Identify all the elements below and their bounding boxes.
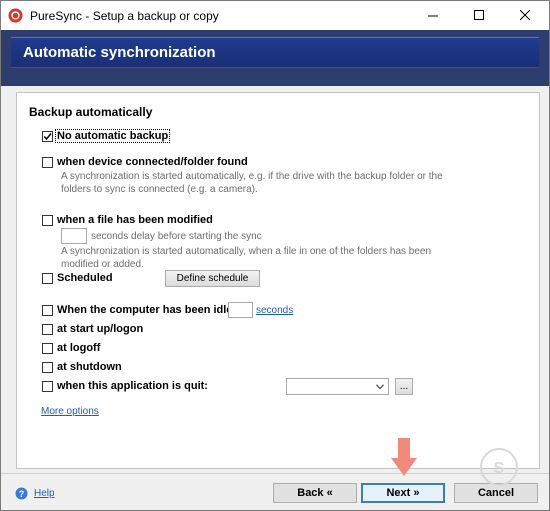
maximize-button[interactable] (457, 1, 503, 30)
idle-checkbox[interactable] (42, 305, 53, 316)
page-title: Automatic synchronization (23, 44, 216, 61)
scheduled-checkbox[interactable] (42, 273, 53, 284)
define-schedule-button[interactable]: Define schedule (165, 270, 260, 287)
section-heading: Backup automatically (29, 105, 153, 119)
window-title: PureSync - Setup a backup or copy (30, 9, 219, 23)
svg-text:S: S (494, 460, 505, 477)
browse-application-button[interactable]: ... (395, 378, 413, 395)
shutdown-checkbox[interactable] (42, 362, 53, 373)
dialog-window: PureSync - Setup a backup or copy Automa… (0, 0, 550, 511)
app-quit-dropdown[interactable] (286, 378, 389, 395)
arrow-down-icon (391, 438, 417, 481)
startup-logon-label[interactable]: at start up/logon (57, 323, 143, 335)
options-panel: Backup automatically No automatic backup… (16, 92, 540, 469)
app-quit-checkbox[interactable] (42, 381, 53, 392)
app-quit-label[interactable]: when this application is quit: (57, 380, 208, 392)
idle-seconds-link[interactable]: seconds (256, 305, 293, 316)
sync-delay-input[interactable] (61, 228, 87, 244)
file-modified-checkbox[interactable] (42, 215, 53, 226)
logoff-checkbox[interactable] (42, 343, 53, 354)
sync-delay-suffix: seconds delay before starting the sync (91, 231, 262, 242)
header-panel: Automatic synchronization (11, 37, 539, 68)
file-modified-label[interactable]: when a file has been modified (57, 214, 213, 226)
file-modified-description-line1: A synchronization is started automatical… (61, 246, 432, 257)
no-automatic-backup-label[interactable]: No automatic backup (54, 129, 171, 143)
next-button[interactable]: Next » (361, 483, 445, 503)
help-link[interactable]: Help (34, 488, 55, 499)
shutdown-label[interactable]: at shutdown (57, 361, 122, 373)
title-bar[interactable]: PureSync - Setup a backup or copy (1, 1, 549, 30)
more-options-link[interactable]: More options (41, 406, 99, 417)
minimize-button[interactable] (411, 1, 457, 30)
footer-divider (1, 473, 549, 474)
close-button[interactable] (503, 1, 549, 30)
device-connected-description-line1: A synchronization is started automatical… (61, 171, 443, 182)
no-automatic-backup-checkbox[interactable] (42, 131, 53, 142)
file-modified-description-line2: modified or added. (61, 259, 144, 270)
device-connected-label[interactable]: when device connected/folder found (57, 156, 248, 168)
help-icon[interactable]: ? (15, 487, 28, 500)
logoff-label[interactable]: at logoff (57, 342, 100, 354)
puresync-app-icon (8, 8, 23, 23)
idle-label[interactable]: When the computer has been idle for (57, 304, 250, 316)
watermark-logo: S (479, 447, 519, 490)
svg-text:?: ? (19, 489, 25, 499)
idle-seconds-input[interactable] (228, 302, 253, 318)
startup-logon-checkbox[interactable] (42, 324, 53, 335)
chevron-down-icon (376, 384, 384, 390)
scheduled-label[interactable]: Scheduled (57, 272, 113, 284)
device-connected-description-line2: folders to sync is connected (e.g. a cam… (61, 184, 258, 195)
back-button[interactable]: Back « (273, 483, 357, 503)
device-connected-checkbox[interactable] (42, 157, 53, 168)
